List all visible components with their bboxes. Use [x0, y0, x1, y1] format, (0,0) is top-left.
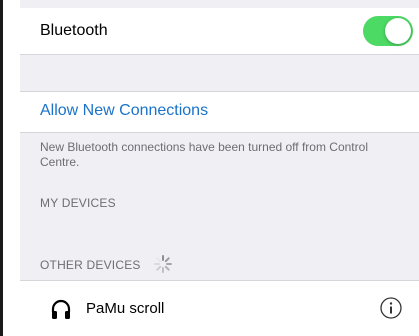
loading-spinner-icon	[154, 255, 172, 273]
separator	[20, 132, 419, 133]
my-devices-header: MY DEVICES	[40, 196, 116, 210]
bluetooth-row: Bluetooth	[20, 8, 419, 54]
device-row[interactable]: PaMu scroll	[20, 281, 419, 336]
bluetooth-settings: Bluetooth Allow New Connections New Blue…	[20, 0, 419, 336]
info-icon[interactable]	[380, 297, 402, 319]
allow-new-connections-row[interactable]: Allow New Connections	[20, 92, 419, 132]
left-border	[0, 0, 3, 336]
other-devices-header: OTHER DEVICES	[40, 258, 141, 272]
headphones-icon	[51, 299, 71, 319]
separator	[20, 54, 419, 55]
device-name: PaMu scroll	[86, 300, 165, 317]
bluetooth-label: Bluetooth	[40, 22, 108, 39]
bluetooth-toggle[interactable]	[363, 16, 413, 46]
toggle-knob	[385, 18, 411, 44]
connections-note: New Bluetooth connections have been turn…	[40, 140, 368, 169]
allow-new-connections-button[interactable]: Allow New Connections	[40, 102, 208, 120]
